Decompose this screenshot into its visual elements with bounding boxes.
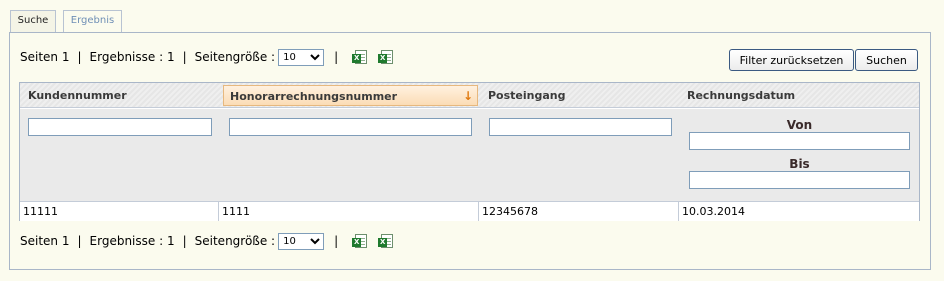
reset-filter-button[interactable]: Filter zurücksetzen [729, 49, 854, 71]
page-size-label: Seitengröße : [194, 50, 276, 64]
column-header-honorarrechnungsnummer[interactable]: Honorarrechnungsnummer ↓ [223, 85, 478, 106]
cell-kundennummer: 11111 [20, 202, 219, 221]
excel-sheet-icon[interactable]: X [378, 49, 394, 65]
filter-posteingang-input[interactable] [489, 118, 672, 136]
separator: | [77, 50, 82, 64]
filter-row: Von Bis [20, 109, 919, 201]
pager-bottom: Seiten 1 | Ergebnisse : 1 | Seitengröße … [20, 231, 394, 251]
table-row[interactable]: 11111 1111 12345678 10.03.2014 [20, 201, 919, 221]
cell-posteingang: 12345678 [479, 202, 679, 221]
grid-header: Kundennummer Honorarrechnungsnummer ↓ Po… [20, 83, 919, 108]
filter-honorarrechnungsnummer-input[interactable] [229, 118, 472, 136]
filter-date-to-input[interactable] [689, 171, 910, 189]
results-count-text: Ergebnisse : 1 [89, 50, 175, 64]
results-grid: Kundennummer Honorarrechnungsnummer ↓ Po… [19, 82, 920, 221]
filter-kundennummer-input[interactable] [28, 118, 212, 136]
date-from-label: Von [786, 118, 813, 132]
excel-export-icon[interactable]: X [352, 233, 368, 249]
column-header-rechnungsdatum[interactable]: Rechnungsdatum [681, 85, 911, 106]
cell-rechnungsdatum: 10.03.2014 [682, 205, 745, 218]
separator: | [77, 234, 82, 248]
page-size-select[interactable]: 10 [278, 232, 325, 250]
page-size-label: Seitengröße : [194, 234, 276, 248]
sort-descending-icon: ↓ [462, 89, 473, 103]
separator: | [334, 234, 339, 248]
page-size-select[interactable]: 10 [278, 48, 325, 66]
pages-text: Seiten 1 [20, 234, 70, 248]
tab-ergebnis[interactable]: Ergebnis [63, 10, 122, 33]
excel-sheet-icon[interactable]: X [378, 233, 394, 249]
column-header-label: Honorarrechnungsnummer [230, 90, 398, 103]
separator: | [334, 50, 339, 64]
separator: | [182, 234, 187, 248]
search-button[interactable]: Suchen [855, 49, 918, 71]
excel-export-icon[interactable]: X [352, 49, 368, 65]
pager-top: Seiten 1 | Ergebnisse : 1 | Seitengröße … [20, 47, 394, 67]
results-count-text: Ergebnisse : 1 [89, 234, 175, 248]
date-to-label: Bis [789, 157, 810, 171]
separator: | [182, 50, 187, 64]
column-header-posteingang[interactable]: Posteingang [482, 85, 682, 106]
tab-suche[interactable]: Suche [10, 10, 56, 32]
column-header-kundennummer[interactable]: Kundennummer [22, 85, 222, 106]
cell-honorarrechnungsnummer: 1111 [219, 202, 479, 221]
pages-text: Seiten 1 [20, 50, 70, 64]
filter-date-from-input[interactable] [689, 132, 910, 150]
